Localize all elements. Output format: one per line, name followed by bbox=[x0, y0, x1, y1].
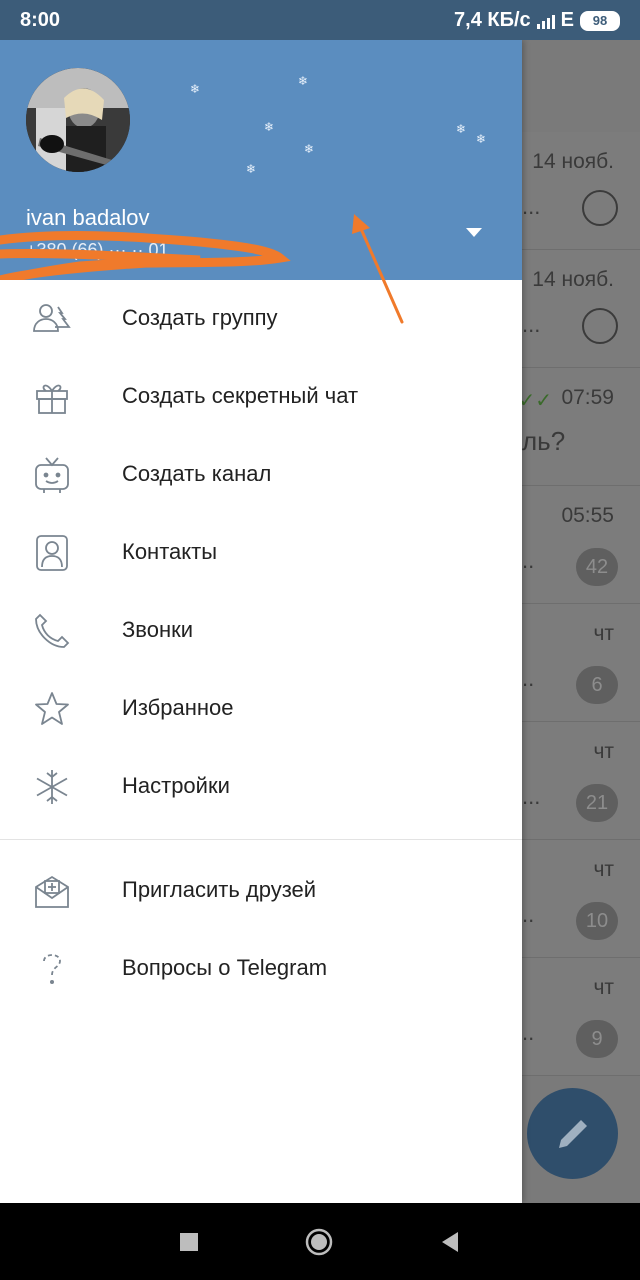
compose-button[interactable] bbox=[527, 1088, 618, 1179]
navigation-drawer: ❄ ❄ ❄ ❄ ❄ ❄ ❄ ivan badalov +380 (66) ···… bbox=[0, 40, 522, 1203]
gift-lock-icon bbox=[36, 384, 68, 414]
menu-telegram-faq[interactable]: Вопросы о Telegram bbox=[0, 930, 522, 1008]
group-icon bbox=[33, 304, 71, 332]
snowflake-decoration-icon: ❄ bbox=[264, 120, 275, 134]
status-time: 8:00 bbox=[20, 9, 61, 31]
chat-time: 14 нояб. bbox=[532, 150, 614, 173]
chat-time: 07:59 bbox=[561, 386, 614, 409]
snowflake-decoration-icon: ❄ bbox=[456, 122, 467, 136]
pin-icon bbox=[582, 308, 618, 344]
recents-button-icon[interactable] bbox=[174, 1227, 204, 1257]
snowflake-decoration-icon: ❄ bbox=[476, 132, 487, 146]
menu-label: Контакты bbox=[122, 539, 218, 564]
chat-snippet: ... bbox=[522, 784, 541, 809]
user-name: ivan badalov bbox=[26, 205, 150, 230]
menu-create-group[interactable]: Создать группу bbox=[0, 280, 522, 358]
account-toggle-caret-icon[interactable] bbox=[464, 225, 484, 239]
chat-time: чт bbox=[593, 976, 614, 999]
pin-icon bbox=[582, 190, 618, 226]
menu-divider bbox=[0, 839, 522, 840]
menu-label: Звонки bbox=[122, 617, 194, 642]
home-button-icon[interactable] bbox=[304, 1227, 334, 1257]
menu-invite-friends[interactable]: Пригласить друзей bbox=[0, 852, 522, 930]
chat-time: чт bbox=[593, 858, 614, 881]
snowflake-decoration-icon: ❄ bbox=[304, 142, 315, 156]
channel-tv-icon bbox=[35, 457, 69, 493]
chat-snippet: ... bbox=[522, 194, 541, 219]
snowflake-decoration-icon: ❄ bbox=[246, 162, 257, 176]
menu-label: Настройки bbox=[122, 773, 230, 798]
menu-label: Избранное bbox=[122, 695, 234, 720]
network-type: E bbox=[560, 9, 574, 31]
phone-icon bbox=[35, 613, 70, 648]
chat-time: чт bbox=[593, 622, 614, 645]
menu-label: Пригласить друзей bbox=[122, 877, 317, 902]
question-icon bbox=[43, 954, 61, 984]
menu-settings[interactable]: Настройки bbox=[0, 748, 522, 826]
drawer-header: ❄ ❄ ❄ ❄ ❄ ❄ ❄ ivan badalov +380 (66) ···… bbox=[0, 40, 522, 280]
menu-create-secret-chat[interactable]: Создать секретный чат bbox=[0, 358, 522, 436]
chat-snippet: ... bbox=[522, 312, 541, 337]
snowflake-decoration-icon: ❄ bbox=[298, 74, 309, 88]
menu-label: Создать группу bbox=[122, 305, 278, 330]
menu-contacts[interactable]: Контакты bbox=[0, 514, 522, 592]
chat-snippet: ль? bbox=[522, 426, 566, 456]
snowflake-decoration-icon: ❄ bbox=[190, 82, 201, 96]
pencil-icon bbox=[559, 1120, 587, 1148]
status-bar: 8:00 7,4 КБ/с E 98 bbox=[0, 0, 640, 40]
chat-snippet: .. bbox=[522, 666, 535, 691]
menu-create-channel[interactable]: Создать канал bbox=[0, 436, 522, 514]
annotation-arrow bbox=[352, 214, 404, 324]
drawer-menu: Создать группу Создать секретный чат Соз… bbox=[0, 280, 522, 1008]
star-icon bbox=[35, 692, 69, 725]
chat-time: 14 нояб. bbox=[532, 268, 614, 291]
snowflake-settings-icon bbox=[36, 770, 68, 804]
menu-label: Создать канал bbox=[122, 461, 272, 486]
double-check-icon: ✓✓ bbox=[518, 390, 552, 412]
chat-time: чт bbox=[593, 740, 614, 763]
chat-time: 05:55 bbox=[561, 504, 614, 527]
redaction-scribble bbox=[0, 231, 291, 280]
signal-icon bbox=[536, 13, 555, 29]
unread-badge: 9 bbox=[576, 1020, 618, 1058]
battery-icon: 98 bbox=[580, 10, 620, 31]
menu-saved[interactable]: Избранное bbox=[0, 670, 522, 748]
avatar[interactable] bbox=[26, 68, 130, 172]
chat-snippet: .. bbox=[522, 1020, 535, 1045]
invite-envelope-icon bbox=[35, 875, 69, 908]
menu-calls[interactable]: Звонки bbox=[0, 592, 522, 670]
system-nav-bar bbox=[0, 1203, 640, 1280]
menu-label: Создать секретный чат bbox=[122, 383, 359, 408]
unread-badge: 10 bbox=[576, 902, 618, 940]
contacts-icon bbox=[36, 535, 68, 571]
chat-snippet: .. bbox=[522, 902, 535, 927]
unread-badge: 42 bbox=[576, 548, 618, 586]
network-speed: 7,4 КБ/с bbox=[454, 9, 531, 31]
menu-label: Вопросы о Telegram bbox=[122, 955, 328, 980]
unread-badge: 21 bbox=[576, 784, 618, 822]
unread-badge: 6 bbox=[576, 666, 618, 704]
back-button-icon[interactable] bbox=[436, 1227, 466, 1257]
chat-snippet: .. bbox=[522, 548, 535, 573]
